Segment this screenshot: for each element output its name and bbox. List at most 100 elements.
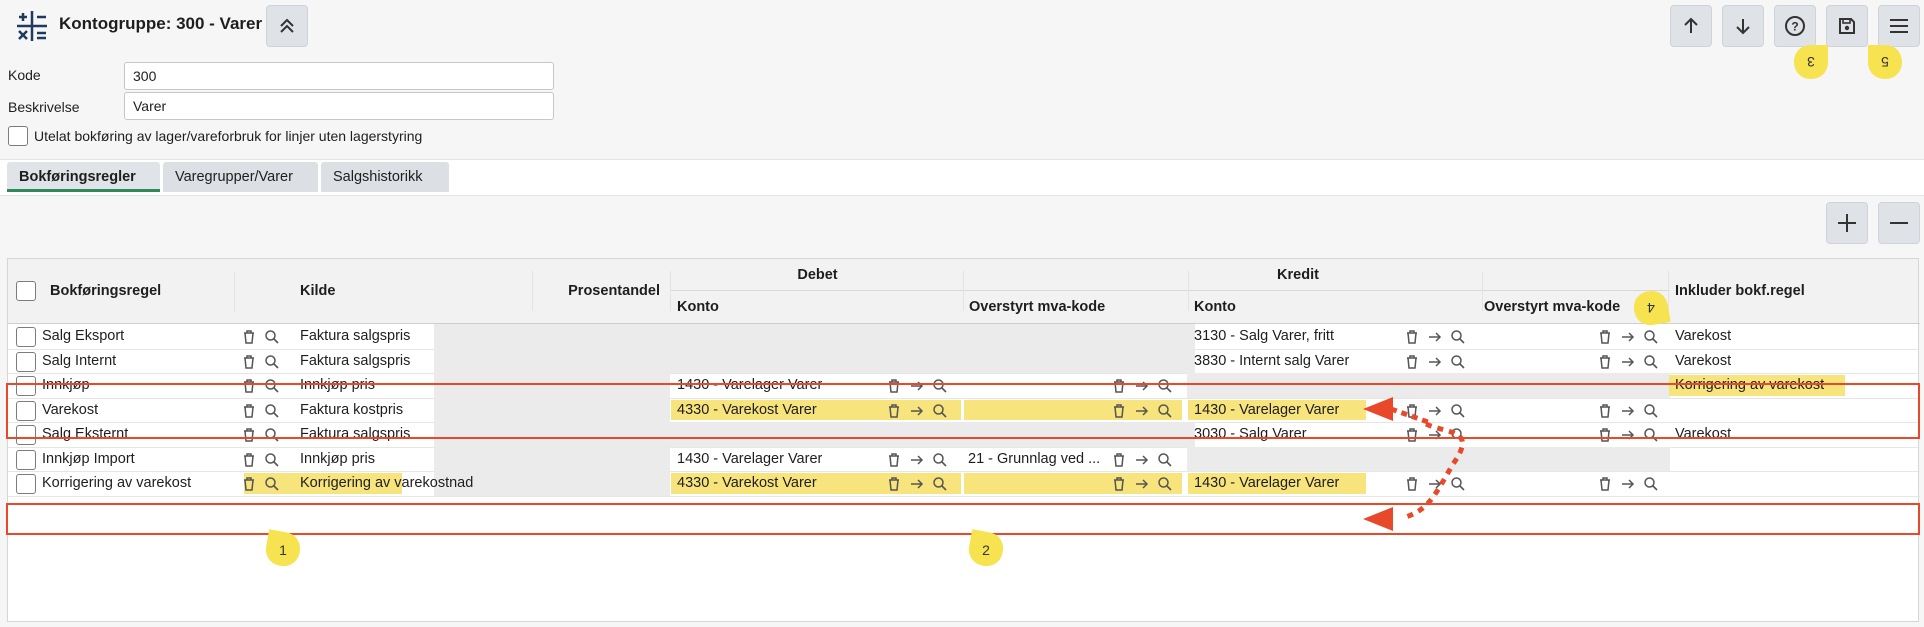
regel-cell[interactable]: Salg Internt [42, 353, 116, 369]
svg-text:2: 2 [982, 542, 990, 558]
kredit-konto-actions [1404, 329, 1466, 345]
row-checkbox[interactable] [16, 474, 36, 494]
svg-text:?: ? [1791, 20, 1798, 34]
regel-cell[interactable]: Salg Eksport [42, 328, 124, 344]
remove-row-button[interactable] [1878, 202, 1920, 244]
search-icon[interactable] [1157, 452, 1173, 468]
save-button[interactable] [1826, 5, 1868, 47]
regel-cell[interactable]: Korrigering av varekost [42, 475, 191, 491]
search-icon[interactable] [932, 452, 948, 468]
header-panel: Kontogruppe: 300 - Varer ? Kode 300 Besk… [0, 0, 1924, 160]
column-separator [670, 271, 671, 311]
trash-icon[interactable] [241, 354, 257, 370]
row-divider [8, 495, 1920, 497]
debet-konto-cell[interactable]: 4330 - Varekost Varer [677, 475, 817, 491]
trash-icon[interactable] [1404, 354, 1420, 370]
trash-icon[interactable] [1597, 329, 1613, 345]
kredit-konto-cell[interactable]: 3830 - Internt salg Varer [1194, 353, 1349, 369]
arrow-right-icon[interactable] [1620, 476, 1636, 492]
row-checkbox[interactable] [16, 351, 36, 372]
trash-icon[interactable] [1111, 452, 1127, 468]
kredit-konto-cell[interactable]: 3130 - Salg Varer, fritt [1194, 328, 1334, 344]
collapse-button[interactable] [266, 5, 308, 47]
debet-konto-cell[interactable]: 1430 - Varelager Varer [677, 451, 822, 467]
search-icon[interactable] [1643, 476, 1659, 492]
arrow-right-icon[interactable] [1620, 329, 1636, 345]
col-inkluder[interactable]: Inkluder bokf.regel [1675, 283, 1805, 299]
page-title: Kontogruppe: 300 - Varer [59, 14, 263, 33]
row-checkbox[interactable] [16, 449, 36, 470]
kilde-cell[interactable]: Faktura salgspris [300, 328, 410, 344]
trash-icon[interactable] [886, 452, 902, 468]
col-kredit-konto[interactable]: Konto [1194, 299, 1236, 315]
exclude-checkbox-row: Utelat bokføring av lager/vareforbruk fo… [8, 126, 422, 146]
regel-actions [241, 329, 280, 345]
search-icon[interactable] [264, 476, 280, 492]
help-button[interactable]: ? [1774, 5, 1816, 47]
trash-icon[interactable] [1404, 329, 1420, 345]
exclude-checkbox[interactable] [8, 126, 28, 146]
col-debet-mva[interactable]: Overstyrt mva-kode [969, 299, 1105, 315]
trash-icon[interactable] [241, 329, 257, 345]
trash-icon[interactable] [886, 476, 902, 492]
tab-varegrupper-varer[interactable]: Varegrupper/Varer [163, 162, 318, 192]
kredit-mva-actions [1597, 329, 1659, 345]
select-all-checkbox[interactable] [16, 281, 36, 301]
beskrivelse-input[interactable] [124, 92, 554, 120]
arrow-right-icon[interactable] [909, 452, 925, 468]
regel-cell[interactable]: Innkjøp Import [42, 451, 135, 467]
search-icon[interactable] [1643, 329, 1659, 345]
debet-konto-actions [886, 476, 948, 492]
arrow-right-icon[interactable] [1427, 476, 1443, 492]
search-icon[interactable] [1450, 354, 1466, 370]
arrow-right-icon[interactable] [909, 476, 925, 492]
col-debet-konto[interactable]: Konto [677, 299, 719, 315]
column-separator [1482, 271, 1483, 311]
search-icon[interactable] [1157, 476, 1173, 492]
search-icon[interactable] [264, 354, 280, 370]
kilde-cell[interactable]: Faktura salgspris [300, 353, 410, 369]
kode-input[interactable] [124, 62, 554, 90]
regel-actions [241, 354, 280, 370]
arrow-right-icon[interactable] [1427, 354, 1443, 370]
search-icon[interactable] [264, 452, 280, 468]
kredit-konto-cell[interactable]: 1430 - Varelager Varer [1194, 475, 1339, 491]
col-kredit-mva[interactable]: Overstyrt mva-kode [1484, 299, 1620, 315]
trash-icon[interactable] [241, 476, 257, 492]
prosentandel-cell [434, 348, 670, 373]
kredit-mva-actions [1597, 476, 1659, 492]
annotation-marker-3: 3 [1791, 42, 1831, 82]
search-icon[interactable] [264, 329, 280, 345]
arrow-right-icon[interactable] [1134, 476, 1150, 492]
kilde-cell[interactable]: Korrigering av varekostnad [300, 475, 473, 491]
search-icon[interactable] [932, 476, 948, 492]
trash-icon[interactable] [1404, 476, 1420, 492]
arrow-right-icon[interactable] [1427, 329, 1443, 345]
debet-mva-cell[interactable]: 21 - Grunnlag ved ... [968, 451, 1108, 467]
arrow-right-icon[interactable] [1620, 354, 1636, 370]
inkluder-cell[interactable]: Varekost [1675, 353, 1731, 369]
tab-salgshistorikk[interactable]: Salgshistorikk [321, 162, 449, 192]
kilde-cell[interactable]: Innkjøp pris [300, 451, 375, 467]
col-prosentandel[interactable]: Prosentandel [528, 283, 668, 299]
search-icon[interactable] [1643, 354, 1659, 370]
row-divider [8, 471, 1920, 472]
search-icon[interactable] [1450, 476, 1466, 492]
row-checkbox[interactable] [16, 327, 36, 347]
arrow-right-icon[interactable] [1134, 452, 1150, 468]
trash-icon[interactable] [1111, 476, 1127, 492]
trash-icon[interactable] [1597, 476, 1613, 492]
trash-icon[interactable] [1597, 354, 1613, 370]
debet-konto-actions [886, 452, 948, 468]
move-down-button[interactable] [1722, 5, 1764, 47]
tab-bokforingsregler[interactable]: Bokføringsregler [7, 162, 160, 192]
col-kilde[interactable]: Kilde [300, 283, 335, 299]
add-row-button[interactable] [1826, 202, 1868, 244]
rules-table: Bokføringsregel Kilde Prosentandel Debet… [6, 258, 1920, 622]
col-bokforingsregel[interactable]: Bokføringsregel [50, 283, 161, 299]
move-up-button[interactable] [1670, 5, 1712, 47]
inkluder-cell[interactable]: Varekost [1675, 328, 1731, 344]
menu-button[interactable] [1878, 5, 1920, 47]
trash-icon[interactable] [241, 452, 257, 468]
search-icon[interactable] [1450, 329, 1466, 345]
